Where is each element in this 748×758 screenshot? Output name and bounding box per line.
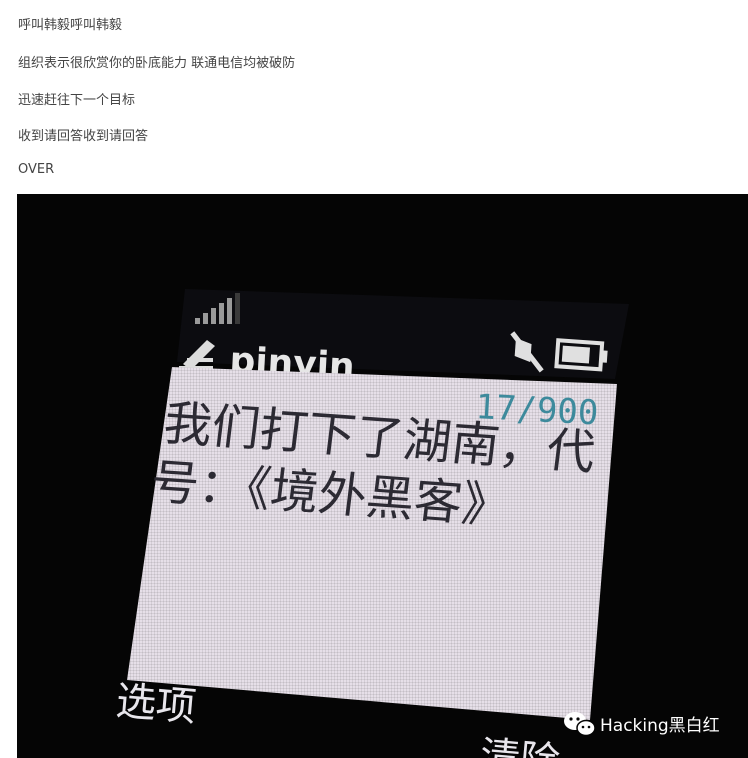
signal-bar bbox=[227, 298, 232, 324]
post-line-4: 收到请回答收到请回答 bbox=[18, 129, 149, 144]
softkey-left-options: 选项 bbox=[114, 678, 198, 731]
phone-screen-illustration: pinyin 17/900 我们打下了湖南，代 号：《境外黑客》 选项 清除 bbox=[114, 289, 720, 758]
post-line-5: OVER bbox=[18, 162, 55, 177]
post-line-3: 迅速赶往下一个目标 bbox=[18, 93, 136, 108]
signal-bar bbox=[211, 308, 216, 324]
signal-bar bbox=[203, 313, 208, 324]
post-line-1: 呼叫韩毅呼叫韩毅 bbox=[18, 18, 123, 33]
signal-bar bbox=[235, 293, 240, 324]
watermark-label: Hacking黑白红 bbox=[600, 716, 720, 736]
post-line-2: 组织表示很欣赏你的卧底能力 联通电信均被破防 bbox=[18, 56, 296, 71]
signal-bar bbox=[195, 318, 200, 324]
phone-photo: pinyin 17/900 我们打下了湖南，代 号：《境外黑客》 选项 清除 bbox=[17, 194, 748, 758]
softkey-right-clear: 清除 bbox=[478, 733, 562, 758]
signal-bar bbox=[219, 303, 224, 324]
